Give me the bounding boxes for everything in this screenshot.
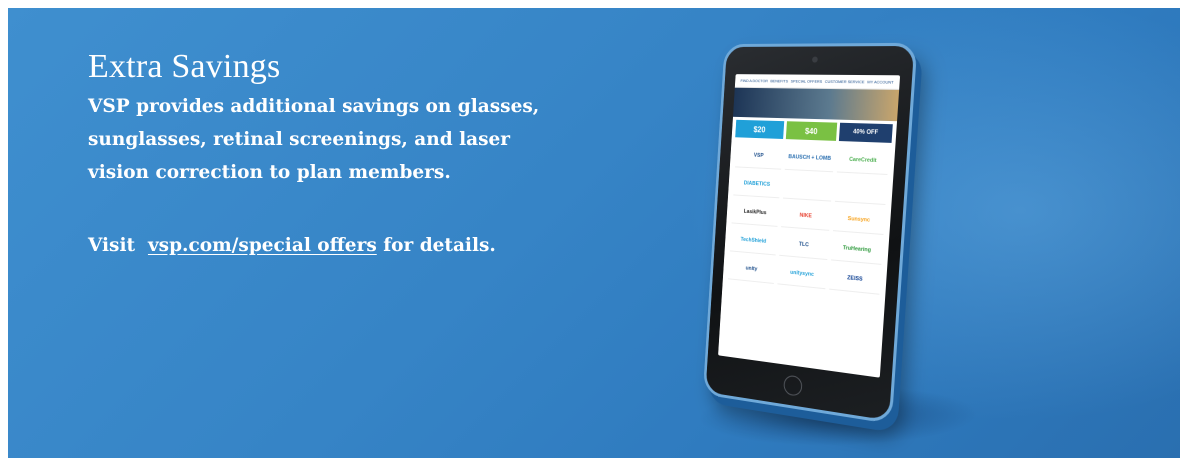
screen-nav-item: BENEFITS: [770, 78, 789, 84]
promo-tile: $20: [735, 119, 785, 139]
tablet-image: FIND A DOCTOR BENEFITS SPECIAL OFFERS CU…: [658, 26, 989, 446]
promo-tile: $40: [785, 121, 838, 141]
partner-logo: TruHearing: [831, 235, 884, 265]
partner-logo: DIABETICS: [733, 171, 781, 199]
partner-logo: TLC: [779, 231, 829, 261]
partner-logo: Sunsync: [832, 205, 886, 235]
partner-logo: LasikPlus: [731, 199, 780, 227]
visit-prefix: Visit: [88, 235, 136, 256]
partner-grid: VSP BAUSCH + LOMB CareCredit DIABETICS Lasik…: [723, 140, 896, 298]
partner-logo: TechShield: [729, 227, 778, 256]
banner-copy: Extra Savings VSP provides additional sa…: [88, 46, 648, 260]
partner-logo: [834, 176, 888, 206]
partner-logo: VSP: [735, 143, 783, 170]
partner-logo: ZEISS: [829, 264, 882, 295]
home-button-icon: [783, 374, 803, 397]
screen-hero-image: [732, 87, 900, 122]
partner-logo: [782, 173, 833, 202]
camera-icon: [811, 56, 818, 63]
screen-nav-item: MY ACCOUNT: [867, 79, 894, 85]
partner-logo: CareCredit: [836, 147, 890, 176]
partner-logo: unitysync: [777, 259, 827, 290]
partner-logo: unity: [728, 255, 776, 284]
partner-logo: NIKE: [781, 202, 831, 231]
screen-nav-item: FIND A DOCTOR: [740, 78, 769, 84]
visit-suffix: for details.: [383, 235, 496, 256]
description-line-2: sunglasses, retinal screenings, and lase…: [88, 129, 511, 150]
description-line-1: VSP provides additional savings on glass…: [88, 96, 540, 117]
visit-line: Visit vsp.com/special offers for details…: [88, 232, 648, 260]
promo-tile: 40% OFF: [838, 122, 893, 143]
screen-nav-item: CUSTOMER SERVICE: [824, 78, 865, 85]
description-line-3: vision correction to plan members.: [88, 162, 451, 183]
tablet-device: FIND A DOCTOR BENEFITS SPECIAL OFFERS CU…: [702, 42, 918, 425]
screen-nav-item: SPECIAL OFFERS: [790, 78, 823, 84]
partner-logo: BAUSCH + LOMB: [784, 145, 835, 173]
banner-description: VSP provides additional savings on glass…: [88, 90, 648, 189]
tablet-screen: FIND A DOCTOR BENEFITS SPECIAL OFFERS CU…: [718, 74, 901, 378]
extra-savings-banner: Extra Savings VSP provides additional sa…: [8, 8, 1180, 458]
banner-heading: Extra Savings: [88, 48, 281, 85]
special-offers-link[interactable]: vsp.com/special offers: [148, 235, 377, 256]
